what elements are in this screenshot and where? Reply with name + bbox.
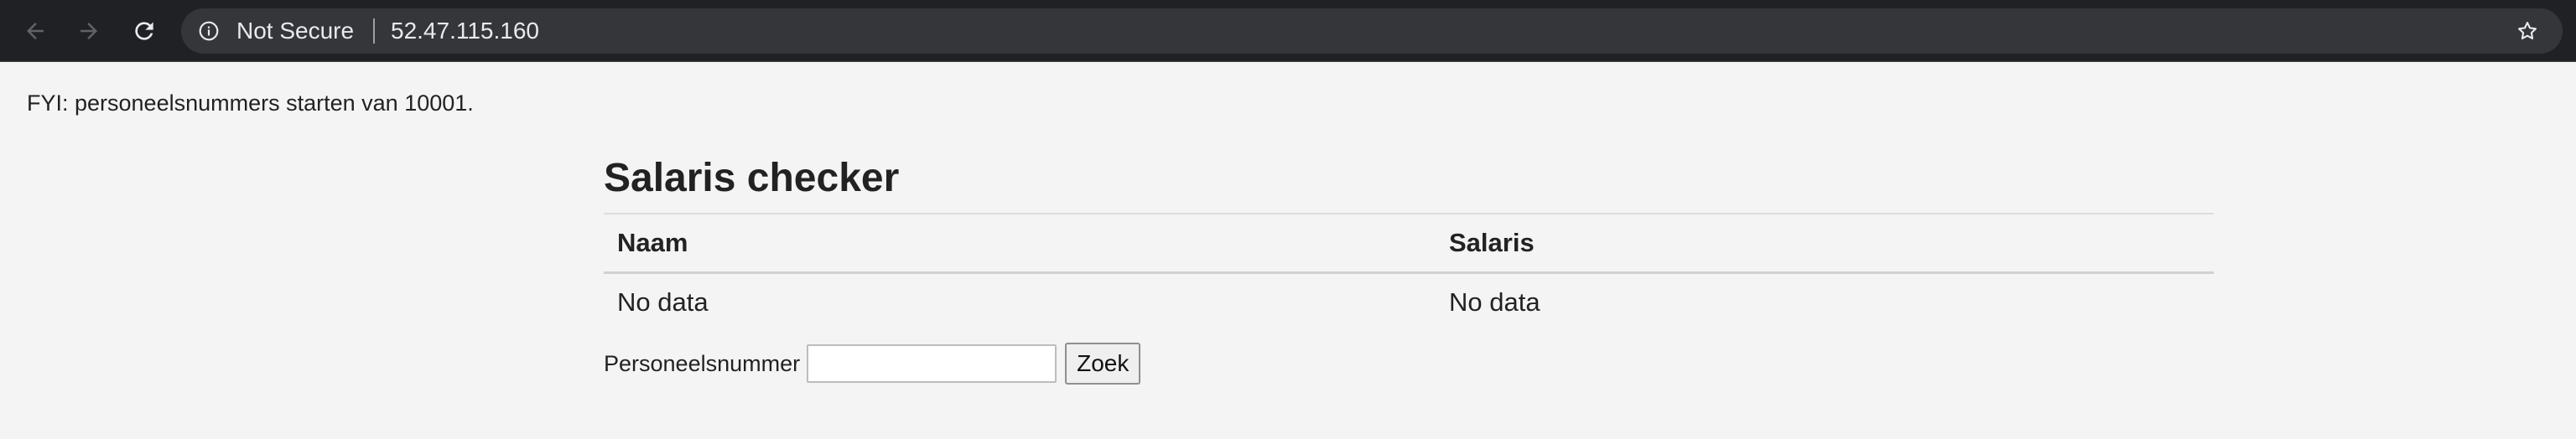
security-status-label[interactable]: Not Secure <box>236 8 354 54</box>
arrow-right-icon <box>80 23 97 39</box>
address-bar[interactable]: Not Secure 52.47.115.160 <box>181 8 2563 54</box>
fyi-notice: FYI: personeelsnummers starten van 10001… <box>27 90 474 116</box>
table-header-row: Naam Salaris <box>604 213 2214 274</box>
table-cell-salaris: No data <box>1449 287 1540 317</box>
url-divider <box>373 18 375 44</box>
employee-number-label: Personeelsnummer <box>604 350 801 376</box>
search-button[interactable]: Zoek <box>1065 343 1141 385</box>
browser-toolbar: Not Secure 52.47.115.160 <box>0 0 2576 62</box>
info-icon[interactable] <box>198 20 220 42</box>
arrow-left-icon <box>27 23 44 39</box>
salary-table: Naam Salaris No data No data <box>604 213 2214 331</box>
reload-button[interactable] <box>127 14 161 48</box>
table-cell-naam: No data <box>617 287 709 317</box>
column-header-naam: Naam <box>604 213 1436 274</box>
column-header-salaris: Salaris <box>1436 213 2214 274</box>
reload-icon <box>135 22 153 40</box>
salary-checker-panel: Salaris checker Naam Salaris No data No … <box>604 149 2214 386</box>
search-form: Personeelsnummer Zoek <box>604 341 2214 386</box>
back-button[interactable] <box>18 14 52 48</box>
table-row: No data No data <box>604 273 2214 332</box>
forward-button[interactable] <box>72 14 106 48</box>
page-title: Salaris checker <box>604 156 900 200</box>
employee-number-input[interactable] <box>807 344 1057 383</box>
url-text[interactable]: 52.47.115.160 <box>391 8 539 54</box>
star-icon[interactable] <box>2516 19 2539 43</box>
